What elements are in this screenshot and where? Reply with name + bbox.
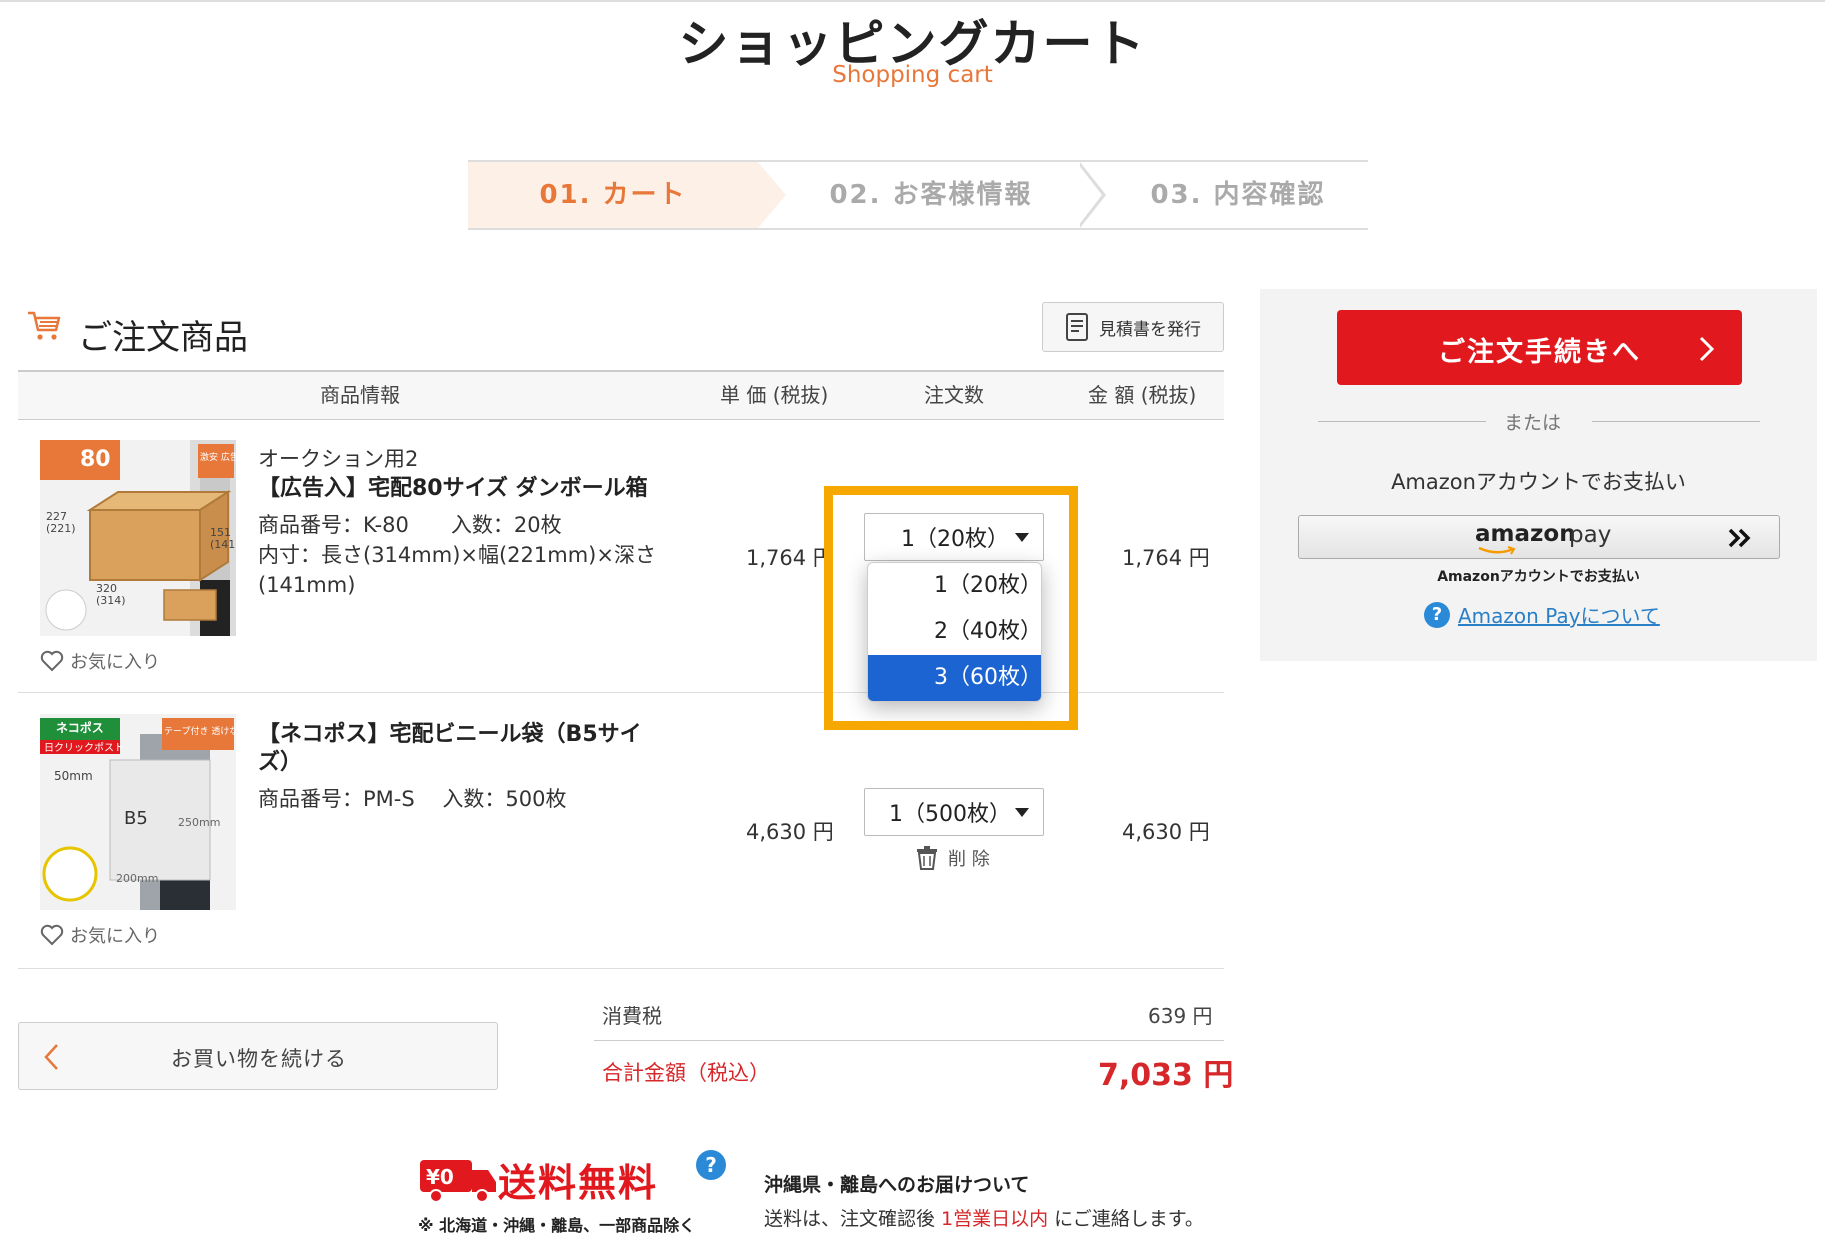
summary-divider xyxy=(594,1040,1224,1041)
truck-icon: ¥0 xyxy=(420,1160,496,1203)
dim-label: (314) xyxy=(96,594,126,607)
continue-shopping-button[interactable]: お買い物を続ける xyxy=(18,1022,498,1090)
product-dimensions: 内寸：長さ(314mm)×幅(221mm)×深さ xyxy=(258,543,656,567)
total-value: 7,033 円 xyxy=(1098,1058,1234,1093)
favorite-label: お気に入り xyxy=(70,652,160,673)
remote-delivery-title: 沖縄県・離島へのお届けついて xyxy=(764,1174,1030,1196)
product-corner-tag: テープ付き 透けない xyxy=(164,726,236,737)
or-label: または xyxy=(1504,412,1562,434)
step-active-arrow xyxy=(758,162,786,228)
or-divider-right xyxy=(1592,421,1760,422)
dim-label: (221) xyxy=(46,522,76,535)
amazon-pay-description: Amazonアカウントでお支払い xyxy=(1391,470,1686,494)
product-category: オークション用2 xyxy=(258,447,419,471)
tax-label: 消費税 xyxy=(602,1004,662,1028)
product-dimensions-cont: (141mm) xyxy=(258,573,356,597)
favorite-label: お気に入り xyxy=(70,926,160,947)
product-name[interactable]: 【広告入】宅配80サイズ ダンボール箱 xyxy=(258,474,648,504)
step-chevron xyxy=(1078,162,1106,228)
quantity-value: 1（500枚） xyxy=(889,802,1011,827)
highlight-frame xyxy=(824,486,1078,730)
or-divider-left xyxy=(1318,421,1486,422)
dim-label: (141) xyxy=(210,538,236,551)
product-badge-size: 80 xyxy=(80,447,111,472)
issue-quote-label: 見積書を発行 xyxy=(1099,319,1201,340)
shipping-help-icon[interactable]: ? xyxy=(696,1150,726,1180)
proceed-to-order-button[interactable]: ご注文手続きへ xyxy=(1337,310,1742,385)
product-badge-label: ネコポス xyxy=(56,720,104,735)
table-header: 商品情報 単 価 (税抜) 注文数 金 額 (税抜) xyxy=(18,370,1224,420)
header-quantity: 注文数 xyxy=(924,383,984,407)
chevron-right-icon xyxy=(1699,336,1715,362)
document-icon xyxy=(1066,313,1088,341)
issue-quote-button[interactable]: 見積書を発行 xyxy=(1042,302,1224,352)
delete-button[interactable]: 削 除 xyxy=(916,845,990,871)
free-shipping-badge: ¥0 xyxy=(426,1165,454,1189)
unit-price: 4,630 円 xyxy=(746,820,834,844)
page-subtitle: Shopping cart xyxy=(832,62,993,88)
remote-delivery-text-b: にご連絡します。 xyxy=(1048,1208,1204,1230)
continue-shopping-label: お買い物を続ける xyxy=(171,1047,347,1071)
step-confirm: 03. 内容確認 xyxy=(1150,180,1326,210)
amazon-pay-caption: Amazonアカウントでお支払い xyxy=(1437,569,1640,585)
product-code: 商品番号：K-80 入数：20枚 xyxy=(258,513,562,537)
heart-icon xyxy=(40,924,64,946)
favorite-button[interactable]: お気に入り xyxy=(40,648,160,674)
remote-delivery-text-a: 送料は、注文確認後 xyxy=(764,1208,942,1230)
product-name-cont: ズ） xyxy=(258,750,303,775)
amazon-logo-text: amazon xyxy=(1475,521,1576,547)
cart-icon xyxy=(28,311,61,340)
section-title: ご注文商品 xyxy=(78,318,248,358)
header-product-info: 商品情報 xyxy=(320,383,400,407)
size-label: B5 xyxy=(124,808,148,829)
amazon-smile-icon xyxy=(1478,546,1516,555)
header-amount: 金 額 (税抜) xyxy=(1088,383,1197,407)
dim-label: 50mm xyxy=(54,769,93,783)
free-shipping-note: ※ 北海道・沖縄・離島、一部商品除く xyxy=(418,1216,696,1235)
header-unit-price: 単 価 (税抜) xyxy=(720,383,829,407)
remote-delivery-text: 送料は、注文確認後 1営業日以内 にご連絡します。 xyxy=(764,1204,1204,1231)
product-code: 商品番号：PM-S 入数：500枚 xyxy=(258,787,567,811)
unit-price: 1,764 円 xyxy=(746,546,834,570)
heart-icon xyxy=(40,650,64,672)
total-label: 合計金額（税込） xyxy=(602,1061,770,1085)
trash-icon xyxy=(917,846,937,870)
checkout-steps: 01. カート 02. お客様情報 03. 内容確認 xyxy=(468,160,1368,230)
row-divider xyxy=(18,968,1224,969)
product-image-bag[interactable]: ネコポス 日クリックポスト テープ付き 透けない 50mm B5 250mm 2… xyxy=(40,714,236,910)
dim-label: 200mm xyxy=(116,872,158,885)
top-border xyxy=(0,0,1825,2)
free-shipping-label: 送料無料 xyxy=(498,1161,659,1205)
caret-down-icon xyxy=(1015,808,1029,817)
help-icon: ? xyxy=(1424,601,1450,628)
remote-delivery-text-highlight: 1営業日以内 xyxy=(941,1208,1049,1230)
product-image-box[interactable]: 80 激安 広告入 227 (221) 151 (141) 320 (314) xyxy=(40,440,236,636)
quantity-select[interactable]: 1（500枚） xyxy=(864,788,1044,836)
step-cart: 01. カート xyxy=(468,162,758,228)
line-amount: 4,630 円 xyxy=(1122,820,1210,844)
product-name[interactable]: 【ネコポス】宅配ビニール袋（B5サイ xyxy=(258,720,642,750)
proceed-to-order-label: ご注文手続きへ xyxy=(1438,337,1641,368)
double-chevron-right-icon xyxy=(1728,528,1751,548)
step-customer-info: 02. お客様情報 xyxy=(829,180,1033,210)
amazon-pay-info-link[interactable]: ? Amazon Payについて xyxy=(1424,600,1660,629)
amazon-pay-button[interactable]: amazon pay xyxy=(1298,515,1780,559)
delete-label: 削 除 xyxy=(948,849,990,870)
dim-label: 250mm xyxy=(178,816,220,829)
product-badge-sub: 日クリックポスト xyxy=(44,742,124,754)
line-amount: 1,764 円 xyxy=(1122,546,1210,570)
favorite-button[interactable]: お気に入り xyxy=(40,922,160,948)
tax-value: 639 円 xyxy=(1148,1004,1213,1028)
product-corner-tag: 激安 広告入 xyxy=(200,451,236,463)
amazon-pay-text: pay xyxy=(1569,522,1612,548)
amazon-pay-info-label: Amazon Payについて xyxy=(1458,604,1660,628)
